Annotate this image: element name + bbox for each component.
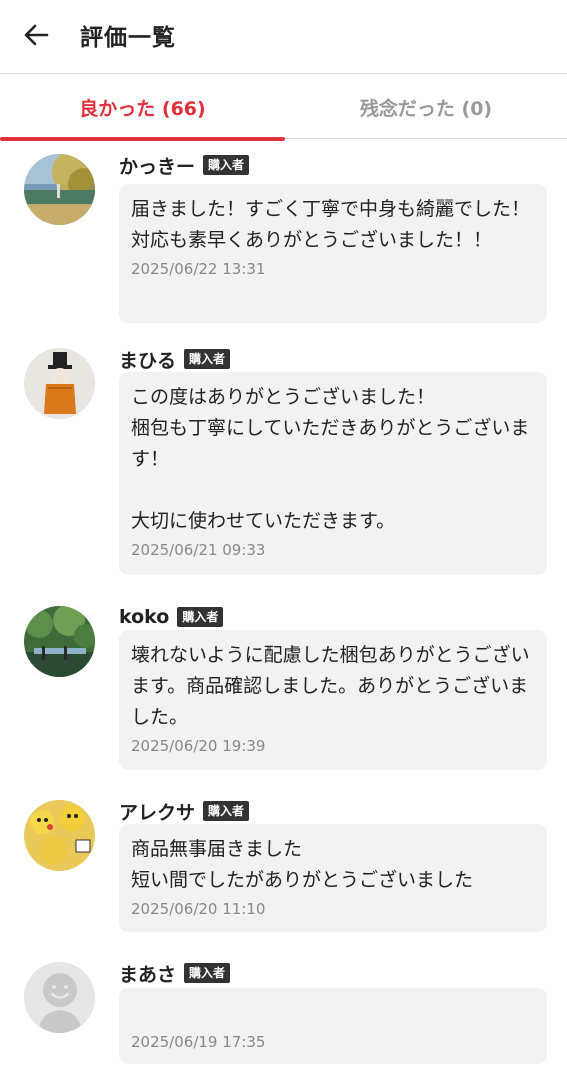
review-bubble: 商品無事届きました 短い間でしたがありがとうございました 2025/06/20 … xyxy=(119,824,547,932)
review-date: 2025/06/22 13:31 xyxy=(131,260,266,278)
header: 評価一覧 xyxy=(0,0,567,74)
review-date: 2025/06/19 17:35 xyxy=(131,1033,266,1051)
username[interactable]: アレクサ xyxy=(119,798,195,825)
back-button[interactable] xyxy=(22,20,52,50)
review-header: まひる 購入者 xyxy=(119,346,231,373)
arrow-left-icon xyxy=(24,24,49,46)
username[interactable]: koko xyxy=(119,606,169,628)
username[interactable]: まあさ xyxy=(119,960,176,987)
review-date: 2025/06/21 09:33 xyxy=(131,541,266,559)
review-bubble: この度はありがとうございました！ 梱包も丁寧にしていただきありがとうございます！… xyxy=(119,372,547,575)
tab-bad-label: 残念だった (0) xyxy=(359,97,493,120)
yellow-character-avatar xyxy=(24,800,95,871)
tab-good[interactable]: 良かった (66) xyxy=(0,75,285,141)
tab-bad[interactable]: 残念だった (0) xyxy=(285,75,567,139)
review-comment xyxy=(131,998,535,1029)
landscape-painting-avatar xyxy=(24,154,95,225)
buyer-badge: 購入者 xyxy=(184,349,231,369)
garden-painting-avatar xyxy=(24,606,95,677)
active-tab-indicator xyxy=(0,137,285,141)
figure-with-hat-avatar xyxy=(24,348,95,419)
default-person-avatar xyxy=(24,962,95,1033)
review-header: まあさ 購入者 xyxy=(119,960,231,987)
review-header: アレクサ 購入者 xyxy=(119,798,250,825)
buyer-badge: 購入者 xyxy=(184,963,231,983)
review-bubble: 届きました！すごく丁寧で中身も綺麗でした！対応も素早くありがとうございました！！… xyxy=(119,184,547,323)
buyer-badge: 購入者 xyxy=(203,155,250,175)
review-date: 2025/06/20 19:39 xyxy=(131,737,266,755)
avatar[interactable] xyxy=(24,800,95,871)
review-comment: この度はありがとうございました！ 梱包も丁寧にしていただきありがとうございます！… xyxy=(131,386,530,532)
review-header: かっきー 購入者 xyxy=(119,152,250,179)
avatar[interactable] xyxy=(24,606,95,677)
review-comment: 届きました！すごく丁寧で中身も綺麗でした！対応も素早くありがとうございました！！ xyxy=(131,198,531,251)
tab-bar: 良かった (66) 残念だった (0) xyxy=(0,75,567,141)
review-comment: 壊れないように配慮した梱包ありがとうございます。商品確認しました。ありがとうござ… xyxy=(131,644,530,728)
username[interactable]: かっきー xyxy=(119,152,195,179)
review-bubble: 2025/06/19 17:35 xyxy=(119,988,547,1064)
tab-good-label: 良かった (66) xyxy=(79,97,206,120)
avatar[interactable] xyxy=(24,962,95,1033)
buyer-badge: 購入者 xyxy=(203,801,250,821)
review-comment: 商品無事届きました 短い間でしたがありがとうございました xyxy=(131,838,474,891)
buyer-badge: 購入者 xyxy=(177,607,224,627)
page-title: 評価一覧 xyxy=(80,25,176,51)
review-bubble: 壊れないように配慮した梱包ありがとうございます。商品確認しました。ありがとうござ… xyxy=(119,630,547,770)
avatar[interactable] xyxy=(24,348,95,419)
review-header: koko 購入者 xyxy=(119,604,224,630)
avatar[interactable] xyxy=(24,154,95,225)
username[interactable]: まひる xyxy=(119,346,176,373)
review-date: 2025/06/20 11:10 xyxy=(131,900,266,918)
